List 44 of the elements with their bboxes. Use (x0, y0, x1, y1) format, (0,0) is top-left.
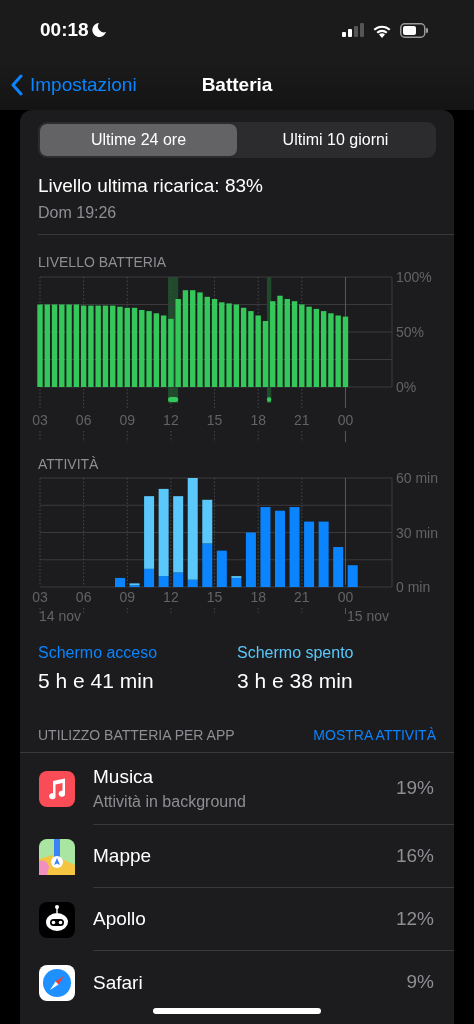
app-name: Mappe (93, 844, 153, 868)
axis-label: 18 (250, 589, 266, 605)
stat-label: Schermo acceso (38, 643, 159, 663)
section-title: ATTIVITÀ (37, 456, 100, 472)
app-percent: 12% (395, 906, 434, 931)
axis-label: 06 (75, 412, 92, 428)
stat-value: 5 h e 41 min (38, 668, 155, 694)
page-title: Batteria (201, 72, 273, 97)
app-detail: Attività in background (93, 791, 247, 812)
axis-label: 60 min (396, 472, 439, 486)
stat-value: 3 h e 38 min (237, 668, 354, 694)
section-title: LIVELLO BATTERIA (37, 254, 168, 270)
axis-label: 0 min (396, 579, 431, 595)
axis-label: 21 (294, 412, 310, 428)
axis-label: 03 (32, 589, 48, 605)
axis-label: 21 (294, 589, 310, 605)
axis-label: 50% (396, 324, 425, 340)
axis-label: 09 (119, 589, 136, 605)
axis-label: 30 min (396, 524, 439, 541)
date-label: 14 nov (39, 608, 82, 624)
date-label: 15 nov (347, 608, 390, 624)
axis-label: 100% (396, 270, 432, 285)
axis-label: 15 (206, 412, 223, 428)
axis-label: 12 (163, 412, 179, 428)
app-percent: 16% (395, 843, 434, 868)
last-charge-text: Livello ultima ricarica: 83% (38, 174, 264, 198)
app-percent: 9% (406, 970, 434, 995)
app-name: Apollo (93, 907, 147, 931)
stat-label: Schermo spento (237, 643, 355, 663)
status-time: 00:18 (40, 17, 89, 42)
axis-label: 09 (119, 412, 136, 428)
app-name: Musica (93, 764, 155, 789)
last-charge-time: Dom 19:26 (38, 203, 118, 223)
app-percent: 19% (395, 776, 434, 801)
axis-label: 18 (250, 412, 266, 428)
axis-label: 15 (206, 589, 223, 605)
axis-label: 06 (75, 589, 92, 605)
section-title: UTILIZZO BATTERIA PER APP (38, 727, 235, 743)
app-name: Safari (93, 970, 144, 995)
axis-label: 03 (32, 412, 48, 428)
axis-label: 00 (337, 412, 354, 428)
axis-label: 0% (396, 379, 417, 395)
axis-label: 00 (337, 589, 354, 605)
axis-label: 12 (163, 589, 179, 605)
